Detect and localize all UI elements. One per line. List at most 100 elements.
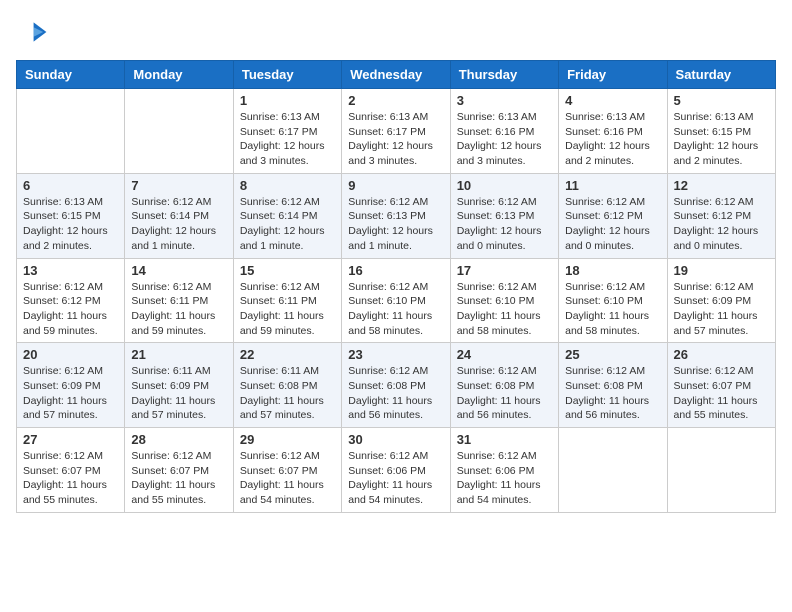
calendar-day-header: Sunday <box>17 61 125 89</box>
calendar-week-row: 27 Sunrise: 6:12 AM Sunset: 6:07 PM Dayli… <box>17 428 776 513</box>
calendar-day-cell: 15 Sunrise: 6:12 AM Sunset: 6:11 PM Dayli… <box>233 258 341 343</box>
day-info: Sunrise: 6:11 AM Sunset: 6:09 PM Dayligh… <box>131 364 226 423</box>
day-number: 3 <box>457 93 552 108</box>
day-info: Sunrise: 6:12 AM Sunset: 6:13 PM Dayligh… <box>457 195 552 254</box>
calendar-day-header: Friday <box>559 61 667 89</box>
calendar-day-cell: 12 Sunrise: 6:12 AM Sunset: 6:12 PM Dayli… <box>667 173 775 258</box>
day-number: 14 <box>131 263 226 278</box>
day-info: Sunrise: 6:13 AM Sunset: 6:15 PM Dayligh… <box>23 195 118 254</box>
calendar-day-cell: 11 Sunrise: 6:12 AM Sunset: 6:12 PM Dayli… <box>559 173 667 258</box>
calendar-day-cell: 14 Sunrise: 6:12 AM Sunset: 6:11 PM Dayli… <box>125 258 233 343</box>
day-info: Sunrise: 6:12 AM Sunset: 6:12 PM Dayligh… <box>23 280 118 339</box>
day-number: 4 <box>565 93 660 108</box>
calendar-week-row: 1 Sunrise: 6:13 AM Sunset: 6:17 PM Daylig… <box>17 89 776 174</box>
calendar-day-cell <box>17 89 125 174</box>
page-header <box>16 16 776 48</box>
calendar-day-header: Tuesday <box>233 61 341 89</box>
day-info: Sunrise: 6:12 AM Sunset: 6:06 PM Dayligh… <box>457 449 552 508</box>
day-info: Sunrise: 6:12 AM Sunset: 6:11 PM Dayligh… <box>131 280 226 339</box>
calendar-day-cell: 24 Sunrise: 6:12 AM Sunset: 6:08 PM Dayli… <box>450 343 558 428</box>
day-info: Sunrise: 6:12 AM Sunset: 6:10 PM Dayligh… <box>565 280 660 339</box>
day-info: Sunrise: 6:12 AM Sunset: 6:12 PM Dayligh… <box>674 195 769 254</box>
day-number: 23 <box>348 347 443 362</box>
day-number: 31 <box>457 432 552 447</box>
calendar-day-cell: 8 Sunrise: 6:12 AM Sunset: 6:14 PM Daylig… <box>233 173 341 258</box>
calendar-day-cell: 27 Sunrise: 6:12 AM Sunset: 6:07 PM Dayli… <box>17 428 125 513</box>
calendar-day-cell: 17Sunrise: 6:12 AM Sunset: 6:10 PM Dayli… <box>450 258 558 343</box>
calendar-day-cell <box>559 428 667 513</box>
day-number: 11 <box>565 178 660 193</box>
day-number: 8 <box>240 178 335 193</box>
day-number: 5 <box>674 93 769 108</box>
calendar-day-cell: 5 Sunrise: 6:13 AM Sunset: 6:15 PM Daylig… <box>667 89 775 174</box>
day-info: Sunrise: 6:13 AM Sunset: 6:17 PM Dayligh… <box>348 110 443 169</box>
day-info: Sunrise: 6:13 AM Sunset: 6:17 PM Dayligh… <box>240 110 335 169</box>
day-info: Sunrise: 6:12 AM Sunset: 6:07 PM Dayligh… <box>240 449 335 508</box>
day-number: 7 <box>131 178 226 193</box>
calendar-day-cell: 13 Sunrise: 6:12 AM Sunset: 6:12 PM Dayli… <box>17 258 125 343</box>
calendar-day-cell: 22 Sunrise: 6:11 AM Sunset: 6:08 PM Dayli… <box>233 343 341 428</box>
calendar-day-cell: 4Sunrise: 6:13 AM Sunset: 6:16 PM Daylig… <box>559 89 667 174</box>
calendar-week-row: 6Sunrise: 6:13 AM Sunset: 6:15 PM Daylig… <box>17 173 776 258</box>
day-number: 26 <box>674 347 769 362</box>
day-number: 24 <box>457 347 552 362</box>
calendar-day-cell: 6Sunrise: 6:13 AM Sunset: 6:15 PM Daylig… <box>17 173 125 258</box>
day-info: Sunrise: 6:12 AM Sunset: 6:13 PM Dayligh… <box>348 195 443 254</box>
calendar-day-cell <box>667 428 775 513</box>
day-info: Sunrise: 6:12 AM Sunset: 6:10 PM Dayligh… <box>457 280 552 339</box>
day-info: Sunrise: 6:12 AM Sunset: 6:12 PM Dayligh… <box>565 195 660 254</box>
calendar-day-cell: 30 Sunrise: 6:12 AM Sunset: 6:06 PM Dayli… <box>342 428 450 513</box>
calendar-day-cell: 23 Sunrise: 6:12 AM Sunset: 6:08 PM Dayli… <box>342 343 450 428</box>
day-number: 18 <box>565 263 660 278</box>
day-info: Sunrise: 6:12 AM Sunset: 6:14 PM Dayligh… <box>131 195 226 254</box>
calendar-day-cell: 16Sunrise: 6:12 AM Sunset: 6:10 PM Dayli… <box>342 258 450 343</box>
day-info: Sunrise: 6:12 AM Sunset: 6:07 PM Dayligh… <box>23 449 118 508</box>
calendar-day-header: Saturday <box>667 61 775 89</box>
day-number: 16 <box>348 263 443 278</box>
day-info: Sunrise: 6:11 AM Sunset: 6:08 PM Dayligh… <box>240 364 335 423</box>
day-number: 9 <box>348 178 443 193</box>
day-number: 29 <box>240 432 335 447</box>
calendar-day-header: Monday <box>125 61 233 89</box>
day-info: Sunrise: 6:12 AM Sunset: 6:09 PM Dayligh… <box>23 364 118 423</box>
day-info: Sunrise: 6:13 AM Sunset: 6:16 PM Dayligh… <box>457 110 552 169</box>
day-number: 21 <box>131 347 226 362</box>
calendar-day-cell: 2 Sunrise: 6:13 AM Sunset: 6:17 PM Daylig… <box>342 89 450 174</box>
day-info: Sunrise: 6:12 AM Sunset: 6:07 PM Dayligh… <box>131 449 226 508</box>
calendar-week-row: 13 Sunrise: 6:12 AM Sunset: 6:12 PM Dayli… <box>17 258 776 343</box>
day-info: Sunrise: 6:13 AM Sunset: 6:15 PM Dayligh… <box>674 110 769 169</box>
day-number: 12 <box>674 178 769 193</box>
day-info: Sunrise: 6:12 AM Sunset: 6:08 PM Dayligh… <box>565 364 660 423</box>
calendar-header-row: SundayMondayTuesdayWednesdayThursdayFrid… <box>17 61 776 89</box>
calendar-day-cell: 21 Sunrise: 6:11 AM Sunset: 6:09 PM Dayli… <box>125 343 233 428</box>
calendar-day-cell: 7 Sunrise: 6:12 AM Sunset: 6:14 PM Daylig… <box>125 173 233 258</box>
day-number: 13 <box>23 263 118 278</box>
calendar-table: SundayMondayTuesdayWednesdayThursdayFrid… <box>16 60 776 513</box>
day-info: Sunrise: 6:12 AM Sunset: 6:08 PM Dayligh… <box>348 364 443 423</box>
calendar-day-cell: 19Sunrise: 6:12 AM Sunset: 6:09 PM Dayli… <box>667 258 775 343</box>
day-number: 1 <box>240 93 335 108</box>
calendar-day-cell: 25Sunrise: 6:12 AM Sunset: 6:08 PM Dayli… <box>559 343 667 428</box>
day-number: 15 <box>240 263 335 278</box>
day-info: Sunrise: 6:12 AM Sunset: 6:14 PM Dayligh… <box>240 195 335 254</box>
day-number: 30 <box>348 432 443 447</box>
day-number: 10 <box>457 178 552 193</box>
calendar-day-cell: 18 Sunrise: 6:12 AM Sunset: 6:10 PM Dayli… <box>559 258 667 343</box>
calendar-day-cell: 1 Sunrise: 6:13 AM Sunset: 6:17 PM Daylig… <box>233 89 341 174</box>
calendar-week-row: 20Sunrise: 6:12 AM Sunset: 6:09 PM Dayli… <box>17 343 776 428</box>
day-number: 27 <box>23 432 118 447</box>
calendar-day-cell: 26 Sunrise: 6:12 AM Sunset: 6:07 PM Dayli… <box>667 343 775 428</box>
logo-icon <box>16 16 48 48</box>
day-info: Sunrise: 6:12 AM Sunset: 6:09 PM Dayligh… <box>674 280 769 339</box>
day-info: Sunrise: 6:12 AM Sunset: 6:06 PM Dayligh… <box>348 449 443 508</box>
day-info: Sunrise: 6:12 AM Sunset: 6:08 PM Dayligh… <box>457 364 552 423</box>
day-number: 22 <box>240 347 335 362</box>
calendar-day-cell <box>125 89 233 174</box>
calendar-day-cell: 31 Sunrise: 6:12 AM Sunset: 6:06 PM Dayli… <box>450 428 558 513</box>
day-info: Sunrise: 6:12 AM Sunset: 6:07 PM Dayligh… <box>674 364 769 423</box>
day-info: Sunrise: 6:12 AM Sunset: 6:11 PM Dayligh… <box>240 280 335 339</box>
day-number: 2 <box>348 93 443 108</box>
calendar-day-header: Thursday <box>450 61 558 89</box>
calendar-day-cell: 10 Sunrise: 6:12 AM Sunset: 6:13 PM Dayli… <box>450 173 558 258</box>
calendar-day-cell: 28Sunrise: 6:12 AM Sunset: 6:07 PM Dayli… <box>125 428 233 513</box>
